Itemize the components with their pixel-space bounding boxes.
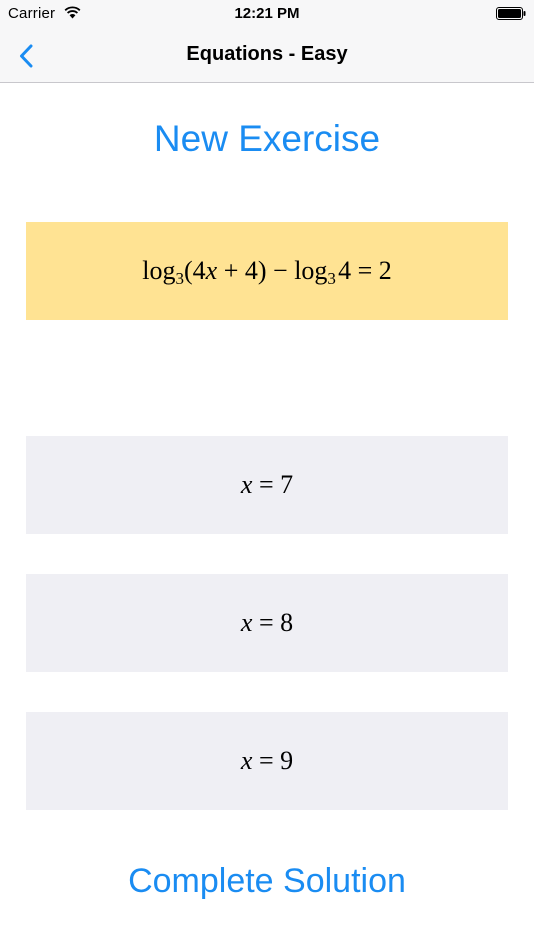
answer-variable: x: [240, 608, 253, 637]
answer-equals: =: [258, 746, 274, 775]
answer-option-3[interactable]: x = 9: [26, 712, 508, 810]
new-exercise-button[interactable]: New Exercise: [0, 118, 534, 160]
equation-panel: log3(4x + 4) − log3 4 = 2: [26, 222, 508, 320]
answer-value: 9: [280, 746, 294, 775]
answer-value: 8: [280, 608, 294, 637]
equation-rhs: 2: [378, 256, 392, 285]
page-title: Equations - Easy: [186, 43, 348, 65]
navigation-bar: Equations - Easy: [0, 30, 534, 83]
log-argument: (4x + 4): [183, 256, 267, 285]
status-time: 12:21 PM: [234, 5, 300, 22]
complete-solution-button[interactable]: Complete Solution: [0, 862, 534, 901]
answer-value: 7: [280, 470, 294, 499]
log-base: 3: [175, 269, 184, 288]
answer-variable: x: [240, 746, 253, 775]
answer-option-2[interactable]: x = 8: [26, 574, 508, 672]
log-function-2: log: [294, 256, 328, 285]
battery-icon: [496, 7, 526, 20]
log-argument-2: 4: [338, 256, 352, 285]
equation-formula: log3(4x + 4) − log3 4 = 2: [142, 256, 392, 288]
answer-equals: =: [258, 470, 274, 499]
status-bar: Carrier 12:21 PM: [0, 0, 534, 30]
equals-sign: =: [357, 256, 373, 285]
answer-variable: x: [240, 470, 253, 499]
answer-option-1[interactable]: x = 7: [26, 436, 508, 534]
answer-equals: =: [258, 608, 274, 637]
app-screen: Carrier 12:21 PM Equations - Easy New Ex…: [0, 0, 534, 950]
minus-sign: −: [273, 256, 288, 285]
log-function: log: [142, 256, 176, 285]
log-base-2: 3: [327, 269, 336, 288]
